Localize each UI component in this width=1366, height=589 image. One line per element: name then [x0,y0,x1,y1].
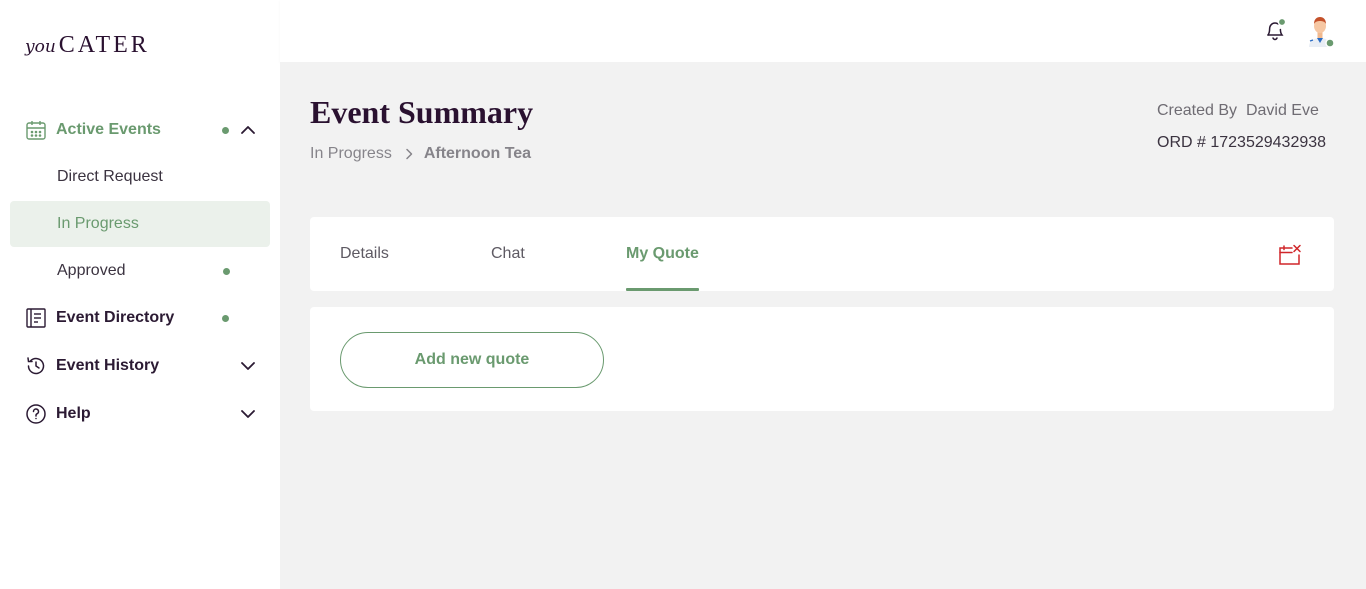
nav-event-history[interactable]: Event History [10,343,270,389]
sidebar: you CATER Active Events Direct Request I… [0,0,280,589]
directory-icon [25,307,47,329]
nav-event-history-label: Event History [56,357,160,374]
brand-logo[interactable]: you CATER [25,32,150,62]
sidebar-item-label: Approved [57,262,126,279]
page-title: Event Summary [310,94,534,130]
quote-card: Add new quote [310,307,1334,411]
breadcrumb-item-current: Afternoon Tea [423,145,532,162]
bell-icon[interactable] [1262,16,1288,44]
chevron-down-icon[interactable] [240,406,256,422]
notification-dot [222,314,229,322]
order-label: ORD # [1157,134,1206,151]
created-by-name: David Eve [1245,102,1319,119]
calendar-icon [25,119,47,141]
event-meta: Created By David Eve ORD # 1723529432938 [1157,102,1326,152]
created-by-label: Created By [1157,102,1238,119]
brand-name: CATER [58,32,150,58]
breadcrumb-item-in-progress[interactable]: In Progress [310,145,392,163]
chevron-right-icon [406,148,413,160]
order-value: 1723529432938 [1210,134,1327,151]
sidebar-item-in-progress[interactable]: In Progress [10,201,270,247]
add-new-quote-button[interactable]: Add new quote [340,332,604,388]
nav-help-label: Help [56,405,91,422]
nav-event-directory-label: Event Directory [56,309,175,326]
created-by: Created By David Eve [1157,102,1326,120]
nav-active-events[interactable]: Active Events [10,107,270,153]
nav-event-directory[interactable]: Event Directory [10,295,270,341]
tab-details[interactable]: Details [340,217,389,291]
order-number: ORD # 1723529432938 [1157,134,1326,152]
sidebar-item-approved[interactable]: Approved [10,248,270,294]
main-content: Event Summary In Progress Afternoon Tea … [280,62,1366,589]
nav-help[interactable]: Help [10,391,270,437]
tabs-card: Details Chat My Quote [310,217,1334,291]
breadcrumb: In Progress Afternoon Tea [310,145,531,163]
chevron-down-icon[interactable] [240,358,256,374]
notification-dot [222,126,229,134]
cancel-event-icon[interactable] [1278,244,1302,266]
sidebar-item-direct-request[interactable]: Direct Request [10,154,270,200]
avatar[interactable] [1304,14,1336,48]
history-icon [25,355,47,377]
sidebar-item-label: Direct Request [57,168,163,185]
help-icon [25,403,47,425]
top-bar [280,0,1366,62]
notification-dot [223,267,230,275]
chevron-up-icon[interactable] [240,122,256,138]
nav-active-events-label: Active Events [56,121,161,138]
brand-prefix: you [25,37,56,57]
tab-chat[interactable]: Chat [491,217,525,291]
tab-my-quote[interactable]: My Quote [626,217,699,291]
sidebar-item-label: In Progress [57,215,139,232]
